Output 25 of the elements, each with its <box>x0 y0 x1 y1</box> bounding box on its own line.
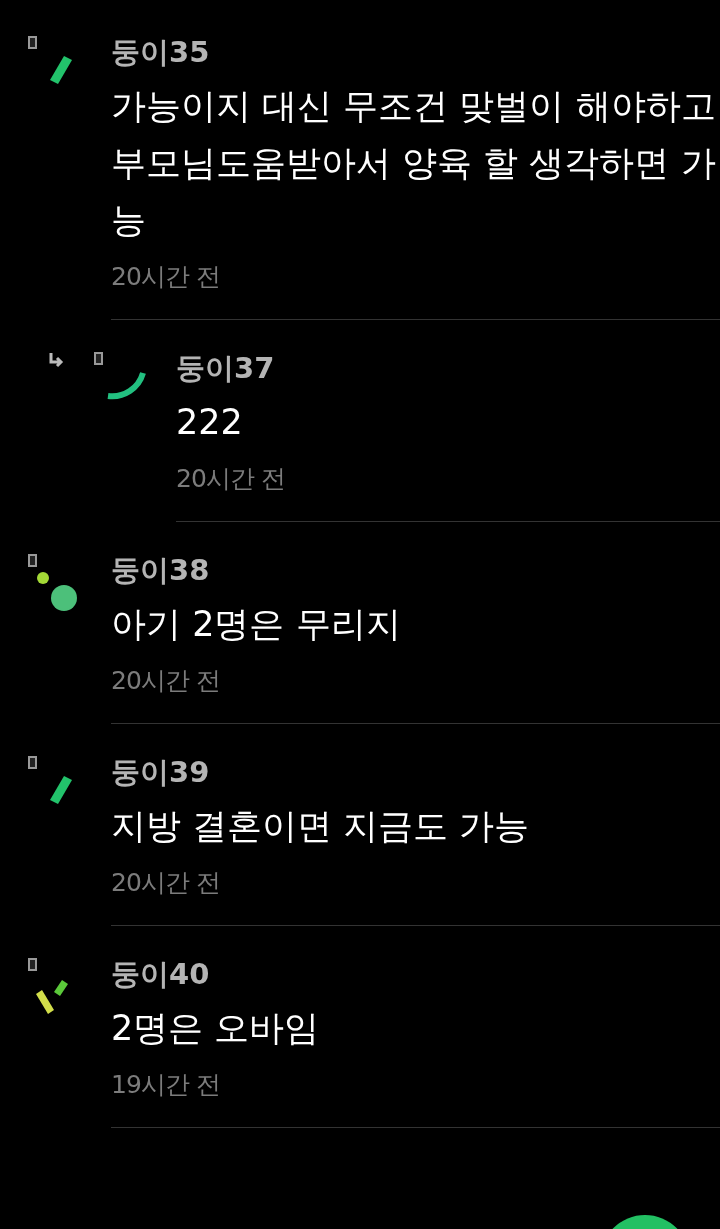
comment-text: 222 <box>176 401 244 444</box>
badge-icon <box>28 958 37 971</box>
comment-time: 20시간 전 <box>111 665 221 697</box>
comment-text: 2명은 오바임 <box>111 1007 321 1050</box>
avatar-icon <box>105 370 147 400</box>
avatar-icon <box>36 570 78 612</box>
badge-icon <box>28 554 37 567</box>
avatar-icon <box>50 56 72 84</box>
comment-time: 20시간 전 <box>111 867 221 899</box>
author-name: 둥이40 <box>111 956 211 993</box>
comment-time: 20시간 전 <box>111 261 221 293</box>
author-name: 둥이39 <box>111 754 211 791</box>
badge-icon <box>94 352 103 365</box>
reply-arrow-icon <box>48 352 66 370</box>
comment-text: 아기 2명은 무리지 <box>111 603 402 646</box>
badge-icon <box>28 36 37 49</box>
comment-time: 20시간 전 <box>176 463 286 495</box>
comment-text: 지방 결혼이면 지금도 가능 <box>111 805 531 848</box>
author-name: 둥이38 <box>111 552 211 589</box>
comment-time: 19시간 전 <box>111 1069 221 1101</box>
avatar-icon <box>50 776 72 804</box>
badge-icon <box>28 756 37 769</box>
author-name: 둥이37 <box>176 350 276 387</box>
author-name: 둥이35 <box>111 34 211 71</box>
comment-text: 가능이지 대신 무조건 맞벌이 해야하고 부모님도움받아서 양육 할 생각하면 가능 <box>111 85 717 242</box>
